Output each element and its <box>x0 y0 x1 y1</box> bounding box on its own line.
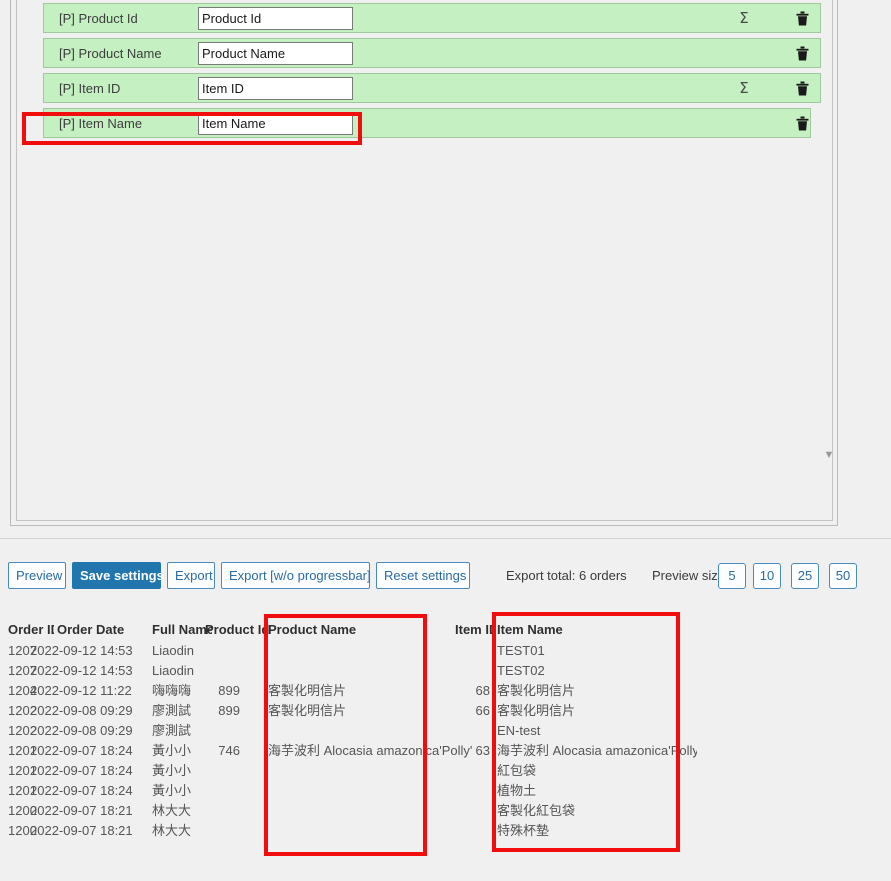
preview-size-button-10[interactable]: 10 <box>753 563 781 589</box>
preview-size-button-5[interactable]: 5 <box>718 563 746 589</box>
cell-product-id <box>178 801 240 821</box>
field-row-item-id[interactable]: [P] Item ID Σ <box>43 73 821 103</box>
cell-item-id <box>440 801 490 821</box>
field-input-item-id[interactable] <box>198 77 353 100</box>
cell-item-id: 63 <box>475 743 490 758</box>
field-input-product-name[interactable] <box>198 42 353 65</box>
cell-product-id: 746 <box>218 743 240 758</box>
cell-order-date: 2022-09-12 14:53 <box>30 663 133 678</box>
cell-item-name: 特殊杯墊 <box>497 823 550 838</box>
cell-product-id: 899 <box>218 703 240 718</box>
cell-item-id: 66 <box>475 703 490 718</box>
cell-order-date: 2022-09-07 18:24 <box>30 763 133 778</box>
field-mapping-panel: [P] Product Id Σ [P] Product Name <box>10 0 838 526</box>
table-header-row: Order ID Order Date Full Name Product Id… <box>0 620 891 640</box>
preview-button[interactable]: Preview <box>8 562 66 589</box>
cell-product-id <box>178 761 240 781</box>
preview-size-button-50[interactable]: 50 <box>829 563 857 589</box>
field-label-product-name: [P] Product Name <box>59 45 162 61</box>
trash-icon-product-name[interactable] <box>793 39 811 67</box>
preview-size-label: Preview size <box>652 568 725 583</box>
cell-item-id <box>440 721 490 741</box>
table-row[interactable]: 1200 2022-09-07 18:21 林大大 特殊杯墊 <box>0 821 891 841</box>
cell-item-id <box>440 661 490 681</box>
cell-item-name: TEST01 <box>497 643 545 658</box>
trash-icon-item-id[interactable] <box>793 74 811 102</box>
cell-order-date: 2022-09-12 11:22 <box>30 683 132 698</box>
table-row[interactable]: 1200 2022-09-07 18:21 林大大 客製化紅包袋 <box>0 801 891 821</box>
cell-order-date: 2022-09-07 18:21 <box>30 803 133 818</box>
cell-item-name: 客製化明信片 <box>497 703 576 718</box>
cell-product-id <box>178 661 240 681</box>
table-row[interactable]: 1201 2022-09-07 18:24 黃小小 746 海芋波利 Aloca… <box>0 741 891 761</box>
field-label-item-name: [P] Item Name <box>59 115 143 131</box>
cell-item-name: EN-test <box>497 723 541 738</box>
field-input-product-id[interactable] <box>198 7 353 30</box>
field-row-item-name[interactable]: [P] Item Name <box>43 108 811 138</box>
scroll-down-icon[interactable]: ▼ <box>822 449 832 461</box>
table-row[interactable]: 1201 2022-09-07 18:24 黃小小 紅包袋 <box>0 761 891 781</box>
cell-item-name: 客製化紅包袋 <box>497 803 576 818</box>
column-header-order-id: Order ID <box>8 622 54 637</box>
cell-order-date: 2022-09-07 18:24 <box>30 783 133 798</box>
cell-item-name: TEST02 <box>497 663 545 678</box>
cell-order-date: 2022-09-12 14:53 <box>30 643 133 658</box>
cell-product-id <box>178 641 240 661</box>
cell-item-name: 客製化明信片 <box>497 683 576 698</box>
cell-item-id <box>440 821 490 841</box>
cell-product-id: 899 <box>218 683 240 698</box>
table-row[interactable]: 1202 2022-09-08 09:29 廖測試 899 客製化明信片 66 … <box>0 701 891 721</box>
field-input-item-name[interactable] <box>198 112 353 135</box>
preview-table: Order ID Order Date Full Name Product Id… <box>0 616 891 866</box>
cell-item-name: 紅包袋 <box>497 763 537 778</box>
field-label-product-id: [P] Product Id <box>59 10 138 26</box>
cell-item-name: 海芋波利 Alocasia amazonica'Polly' <box>497 743 697 758</box>
column-header-item-name: Item Name <box>497 622 563 637</box>
table-row[interactable]: 1207 2022-09-12 14:53 Liaodin TEST02 <box>0 661 891 681</box>
field-row-product-name[interactable]: [P] Product Name <box>43 38 821 68</box>
sum-sigma-icon-item-id[interactable]: Σ <box>736 74 752 102</box>
cell-order-date: 2022-09-08 09:29 <box>30 723 133 738</box>
table-row[interactable]: 1202 2022-09-08 09:29 廖測試 EN-test <box>0 721 891 741</box>
save-settings-button[interactable]: Save settings <box>72 562 164 589</box>
preview-size-button-25[interactable]: 25 <box>791 563 819 589</box>
field-mapping-scroll-area[interactable]: [P] Product Id Σ [P] Product Name <box>16 0 833 521</box>
column-header-full-name: Full Name <box>152 622 212 637</box>
export-without-progressbar-button[interactable]: Export [w/o progressbar] <box>221 562 371 589</box>
section-divider <box>0 538 891 539</box>
cell-item-id <box>440 761 490 781</box>
table-row[interactable]: 1204 2022-09-12 11:22 嗨嗨嗨 899 客製化明信片 68 … <box>0 681 891 701</box>
table-row[interactable]: 1207 2022-09-12 14:53 Liaodin TEST01 <box>0 641 891 661</box>
cell-product-id <box>178 721 240 741</box>
cell-item-id <box>440 641 490 661</box>
table-row[interactable]: 1201 2022-09-07 18:24 黃小小 植物土 <box>0 781 891 801</box>
cell-product-id <box>178 821 240 841</box>
export-button[interactable]: Export <box>167 562 215 589</box>
export-total-label: Export total: 6 orders <box>506 568 627 583</box>
cell-order-date: 2022-09-07 18:21 <box>30 823 133 838</box>
reset-settings-button[interactable]: Reset settings <box>376 562 470 589</box>
action-toolbar: Preview Save settings Export Export [w/o… <box>0 562 891 596</box>
sum-sigma-icon-product-id[interactable]: Σ <box>736 4 752 32</box>
field-row-product-id[interactable]: [P] Product Id Σ <box>43 3 821 33</box>
column-header-product-id: Product Id <box>205 622 270 637</box>
cell-item-id: 68 <box>475 683 490 698</box>
column-header-item-id: Item ID <box>455 622 495 637</box>
trash-icon-item-name[interactable] <box>793 109 811 137</box>
cell-product-id <box>178 781 240 801</box>
cell-order-date: 2022-09-08 09:29 <box>30 703 133 718</box>
cell-order-date: 2022-09-07 18:24 <box>30 743 133 758</box>
cell-item-id <box>440 781 490 801</box>
field-label-item-id: [P] Item ID <box>59 80 121 96</box>
trash-icon-product-id[interactable] <box>793 4 811 32</box>
cell-item-name: 植物土 <box>497 783 537 798</box>
